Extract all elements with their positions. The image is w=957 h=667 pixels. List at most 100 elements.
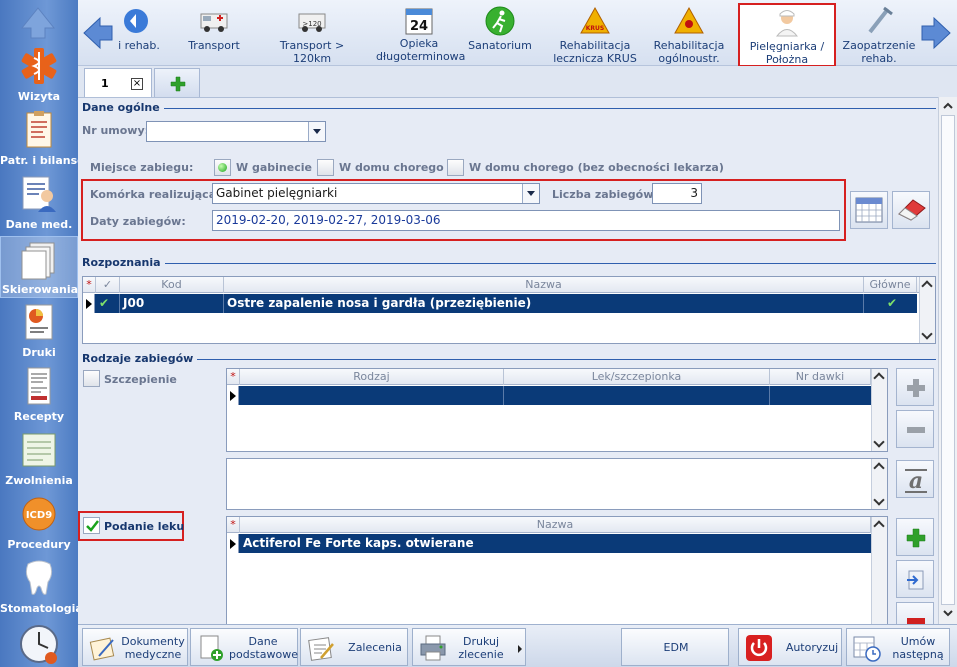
column-header-drug[interactable]: Lek/szczepionka bbox=[504, 369, 770, 385]
doctor-chart-icon bbox=[22, 176, 56, 212]
scroll-up-arrow-icon[interactable] bbox=[20, 6, 56, 40]
sidebar-item-recepty[interactable]: Recepty bbox=[0, 366, 78, 430]
authorize-button[interactable]: Autoryzuj bbox=[738, 628, 842, 666]
sidebar-item-skierowania[interactable]: Skierowania bbox=[0, 236, 78, 298]
column-header-code[interactable]: Kod bbox=[120, 277, 224, 293]
drug-checkbox[interactable] bbox=[83, 517, 100, 534]
drug-details-button[interactable] bbox=[896, 560, 934, 598]
dates-input[interactable]: 2019-02-20, 2019-02-27, 2019-03-06 bbox=[212, 210, 840, 231]
sidebar-item-druki[interactable]: Druki bbox=[0, 302, 78, 366]
place-radio-gabinet[interactable] bbox=[214, 159, 231, 176]
sidebar-item-zwolnienia[interactable]: Zwolnienia bbox=[0, 430, 78, 494]
required-star: * bbox=[227, 517, 240, 533]
clock-settings-icon[interactable] bbox=[18, 622, 60, 667]
clear-dates-button[interactable] bbox=[892, 191, 930, 229]
form-scrollbar[interactable] bbox=[938, 97, 957, 624]
drug-label: Podanie leku bbox=[104, 520, 185, 533]
toolbar-item-transport[interactable]: Transport bbox=[182, 4, 246, 64]
empty-cell[interactable] bbox=[504, 386, 770, 405]
recommendations-button[interactable]: Zalecenia bbox=[300, 628, 408, 666]
unit-label: Komórka realizująca: bbox=[90, 188, 221, 201]
svg-text:a: a bbox=[909, 468, 923, 494]
rehab-icon bbox=[124, 9, 148, 33]
empty-cell[interactable] bbox=[240, 386, 504, 405]
toolbar-item-rehab-krus[interactable]: KRUS Rehabilitacja lecznicza KRUS bbox=[552, 4, 638, 65]
column-header-name[interactable]: Nazwa bbox=[224, 277, 864, 293]
toolbar-item-rehab[interactable]: i rehab. bbox=[116, 4, 162, 64]
sidebar-item-patr-bilanse[interactable]: Patr. i bilanse bbox=[0, 110, 85, 174]
toolbar-item-rehab-ogolnoustr[interactable]: Rehabilitacja ogólnoustr. bbox=[650, 4, 728, 65]
vaccination-scrollbar[interactable] bbox=[871, 369, 887, 451]
unit-select[interactable]: Gabinet pielęgniarki bbox=[212, 183, 540, 204]
chevron-down-icon[interactable] bbox=[308, 122, 325, 141]
diagnosis-scrollbar[interactable] bbox=[919, 277, 935, 343]
section-title-treatments: Rodzaje zabiegów bbox=[82, 352, 198, 365]
schedule-next-button[interactable]: Umów następną bbox=[846, 628, 950, 666]
vaccination-checkbox[interactable] bbox=[83, 370, 100, 387]
row-check-icon[interactable]: ✔ bbox=[96, 294, 120, 313]
sidebar-item-dane-med[interactable]: Dane med. bbox=[0, 174, 78, 238]
toolbar-scroll-left-icon[interactable] bbox=[82, 16, 114, 50]
remove-vaccination-button[interactable] bbox=[896, 410, 934, 448]
place-radio-dom[interactable] bbox=[317, 159, 334, 176]
toolbar-item-opieka[interactable]: 24 Opieka długoterminowa bbox=[376, 4, 465, 64]
scroll-down-icon[interactable] bbox=[920, 328, 935, 343]
section-title-diagnosis: Rozpoznania bbox=[82, 256, 165, 269]
column-header-drug-name[interactable]: Nazwa bbox=[240, 517, 871, 533]
contract-select[interactable] bbox=[146, 121, 326, 142]
scroll-down-icon[interactable] bbox=[942, 607, 954, 619]
toolbar-label: Zaopatrzenie bbox=[842, 39, 916, 52]
basic-data-button[interactable]: Dane podstawowe bbox=[190, 628, 298, 666]
add-vaccination-button[interactable] bbox=[896, 368, 934, 406]
scroll-down-icon[interactable] bbox=[872, 494, 887, 509]
toolbar-item-sanatorium[interactable]: Sanatorium bbox=[466, 4, 534, 64]
toolbar-item-transport-120[interactable]: >120 Transport > 120km bbox=[262, 4, 362, 65]
calendar-clock-icon bbox=[853, 636, 881, 662]
sick-leave-icon bbox=[22, 433, 56, 467]
tab-1[interactable]: 1 × bbox=[84, 68, 152, 98]
column-header-dose[interactable]: Nr dawki bbox=[770, 369, 871, 385]
toolbar-item-zaopatrzenie[interactable]: Zaopatrzenie rehab. bbox=[842, 4, 916, 65]
notes-scrollbar[interactable] bbox=[871, 459, 887, 509]
place-label: Miejsce zabiegu: bbox=[90, 161, 194, 174]
svg-text:ICD9: ICD9 bbox=[26, 510, 52, 521]
toolbar-item-pielegniarka[interactable]: Pielęgniarka / Położna bbox=[738, 3, 836, 67]
scroll-up-icon[interactable] bbox=[872, 459, 887, 474]
add-tab-button[interactable] bbox=[154, 68, 200, 98]
table-row[interactable]: Actiferol Fe Forte kaps. otwierane bbox=[227, 534, 871, 553]
scroll-down-icon[interactable] bbox=[872, 436, 887, 451]
tab-close-icon[interactable]: × bbox=[131, 78, 143, 90]
medical-documents-button[interactable]: Dokumenty medyczne bbox=[82, 628, 188, 666]
place-radio-dom-bez-lekarza[interactable] bbox=[447, 159, 464, 176]
print-order-button[interactable]: Drukuj zlecenie bbox=[412, 628, 526, 666]
drug-scrollbar[interactable] bbox=[871, 517, 887, 624]
column-header-main[interactable]: Główne bbox=[864, 277, 917, 293]
remove-drug-button[interactable] bbox=[896, 602, 934, 624]
scroll-up-icon[interactable] bbox=[920, 277, 935, 292]
button-label: Autoryzuj bbox=[785, 641, 839, 654]
calendar-button[interactable] bbox=[850, 191, 888, 229]
column-header-type[interactable]: Rodzaj bbox=[240, 369, 504, 385]
toolbar-label: i rehab. bbox=[118, 39, 160, 52]
scroll-up-icon[interactable] bbox=[942, 100, 954, 112]
scrollbar-thumb[interactable] bbox=[941, 115, 955, 605]
table-row[interactable] bbox=[227, 386, 871, 405]
notes-textarea[interactable] bbox=[226, 458, 888, 510]
text-format-button[interactable]: a bbox=[896, 460, 934, 498]
toolbar-label-line2: lecznicza KRUS bbox=[553, 52, 637, 65]
scroll-up-icon[interactable] bbox=[872, 369, 887, 384]
sidebar-item-wizyta[interactable]: Wizyta bbox=[0, 46, 78, 110]
scroll-up-icon[interactable] bbox=[872, 517, 887, 532]
main-diagnosis-check-icon[interactable]: ✔ bbox=[864, 294, 917, 313]
add-drug-button[interactable] bbox=[896, 518, 934, 556]
sidebar-item-stomatologia[interactable]: Stomatologia bbox=[0, 558, 83, 622]
empty-cell[interactable] bbox=[770, 386, 871, 405]
chevron-down-icon[interactable] bbox=[522, 184, 539, 203]
sidebar-item-procedury[interactable]: ICD9 Procedury bbox=[0, 494, 78, 558]
edm-button[interactable]: EDM bbox=[621, 628, 729, 666]
count-input[interactable]: 3 bbox=[652, 183, 702, 204]
dropdown-arrow-icon[interactable] bbox=[517, 645, 523, 653]
toolbar-scroll-right-icon[interactable] bbox=[920, 16, 952, 50]
plus-icon bbox=[906, 528, 926, 548]
table-row[interactable]: ✔ J00 Ostre zapalenie nosa i gardła (prz… bbox=[83, 294, 917, 313]
